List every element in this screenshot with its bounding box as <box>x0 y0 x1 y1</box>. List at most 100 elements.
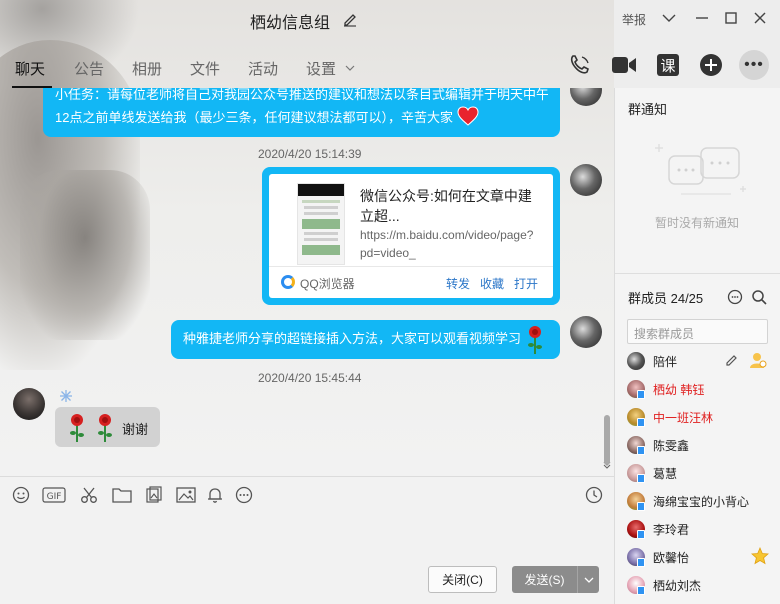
maximize-icon[interactable] <box>722 9 740 27</box>
minimize-icon[interactable] <box>693 9 711 27</box>
svg-text:GIF: GIF <box>47 492 62 502</box>
message-timestamp: 2020/4/20 15:14:39 <box>258 147 362 161</box>
message-input-area[interactable]: GIF 关闭(C) 发送(S) <box>0 476 614 604</box>
close-icon[interactable] <box>751 9 769 27</box>
scissors-icon[interactable] <box>80 486 98 504</box>
more-icon[interactable]: ••• <box>739 50 769 80</box>
member-item[interactable]: 陪伴 <box>627 349 775 373</box>
tab-album[interactable]: 相册 <box>132 58 162 79</box>
empty-notice-text: 暂时没有新通知 <box>655 216 740 230</box>
edit-icon[interactable] <box>725 353 739 367</box>
tab-settings[interactable]: 设置 <box>306 58 336 79</box>
send-button[interactable]: 发送(S) <box>512 566 577 593</box>
phone-icon[interactable] <box>567 52 593 78</box>
title-bar: 栖幼信息组 举报 <box>0 0 780 38</box>
tab-files[interactable]: 文件 <box>190 58 220 79</box>
report-link[interactable]: 举报 <box>622 11 646 28</box>
notice-title: 群通知 <box>628 102 668 117</box>
phone-badge-icon <box>637 446 645 455</box>
chat-messages: 小任务：请每位老师将自己对我园公众号推送的建议和想法以条目式编辑并于明天中午 1… <box>0 88 614 476</box>
qq-browser-icon <box>281 275 295 289</box>
link-card-source: QQ浏览器 <box>300 277 355 291</box>
member-item[interactable]: 葛慧 <box>627 461 775 485</box>
folder-icon[interactable] <box>112 486 132 504</box>
member-item[interactable]: 海绵宝宝的小背心 <box>627 489 775 513</box>
phone-badge-icon <box>637 502 645 511</box>
phone-badge-icon <box>637 418 645 427</box>
member-name: 海绵宝宝的小背心 <box>653 495 750 509</box>
member-item[interactable]: 欧馨怡 <box>627 545 775 569</box>
add-icon[interactable] <box>698 52 724 78</box>
message-bubble: 小任务：请每位老师将自己对我园公众号推送的建议和想法以条目式编辑并于明天中午 1… <box>43 88 560 137</box>
gif-icon[interactable]: GIF <box>42 486 66 504</box>
tab-bar: 聊天 公告 相册 文件 活动 设置 课 ••• <box>0 38 780 88</box>
member-name: 陪伴 <box>653 355 678 369</box>
avatar[interactable] <box>13 388 45 420</box>
member-search-input[interactable]: 搜索群成员 <box>627 319 768 344</box>
settings-chevron-icon[interactable] <box>345 63 355 73</box>
divider <box>615 273 780 274</box>
message-text: 种雅捷老师分享的超链接插入方法，大家可以观看视频学习 <box>183 331 522 346</box>
member-name: 欧馨怡 <box>653 551 690 565</box>
link-card-bubble[interactable]: 微信公众号:如何在文章中建立超... https://m.baidu.com/v… <box>262 167 560 305</box>
message-bubble: 谢谢 <box>55 407 160 447</box>
phone-badge-icon <box>637 390 645 399</box>
tab-chat[interactable]: 聊天 <box>15 58 45 79</box>
link-card-url: https://m.baidu.com/video/page?pd=video_ <box>360 228 534 260</box>
members-title: 群成员 24/25 <box>628 291 704 306</box>
star-icon <box>751 547 769 565</box>
phone-badge-icon <box>637 586 645 595</box>
message-bubble: 种雅捷老师分享的超链接插入方法，大家可以观看视频学习 <box>171 320 560 359</box>
open-link[interactable]: 打开 <box>514 275 538 292</box>
member-name: 栖幼 韩钰 <box>653 383 705 397</box>
member-item[interactable]: 陈雯鑫 <box>627 433 775 457</box>
avatar[interactable] <box>570 88 602 106</box>
search-icon[interactable] <box>751 289 767 305</box>
chevron-down-icon <box>584 577 593 583</box>
member-name: 李玲君 <box>653 523 690 537</box>
empty-notice-illustration <box>655 144 746 195</box>
member-item[interactable]: 栖幼 韩钰 <box>627 377 775 401</box>
tab-activity[interactable]: 活动 <box>248 58 278 79</box>
video-icon[interactable] <box>611 52 637 78</box>
link-card-title[interactable]: 微信公众号:如何在文章中建立超... <box>360 186 540 226</box>
class-icon[interactable]: 课 <box>655 52 681 78</box>
emoji-icon[interactable] <box>12 486 30 504</box>
gallery-icon[interactable] <box>145 486 163 504</box>
message-text-line2: 12点之前单线发送给我（最少三条，任何建议想法都可以），辛苦大家 <box>55 110 453 125</box>
phone-badge-icon <box>637 558 645 567</box>
message-timestamp: 2020/4/20 15:45:44 <box>258 371 362 385</box>
close-button[interactable]: 关闭(C) <box>428 566 497 593</box>
avatar[interactable] <box>570 316 602 348</box>
image-icon[interactable] <box>176 486 196 504</box>
member-item[interactable]: 栖幼刘杰 <box>627 573 775 597</box>
forward-link[interactable]: 转发 <box>446 275 470 292</box>
edit-title-icon[interactable] <box>342 11 358 27</box>
link-card[interactable]: 微信公众号:如何在文章中建立超... https://m.baidu.com/v… <box>269 174 553 298</box>
avatar <box>627 352 645 370</box>
avatar[interactable] <box>570 164 602 196</box>
member-item[interactable]: 李玲君 <box>627 517 775 541</box>
member-level-icon <box>60 390 72 402</box>
more-circle-icon[interactable] <box>235 486 253 504</box>
member-chat-icon[interactable] <box>727 289 743 305</box>
phone-badge-icon <box>637 474 645 483</box>
history-icon[interactable] <box>585 486 603 504</box>
member-name: 栖幼刘杰 <box>653 579 702 593</box>
link-thumbnail <box>297 183 345 265</box>
rose-emoji-icon <box>70 414 84 442</box>
send-options-button[interactable] <box>577 566 599 593</box>
chevron-down-icon[interactable] <box>660 9 678 27</box>
group-side-panel: 群通知 暂时没有新通知 群成员 24/25 搜索群成员 陪伴 栖幼 韩钰 中一班… <box>614 88 780 604</box>
favorite-link[interactable]: 收藏 <box>480 275 504 292</box>
tab-announcement[interactable]: 公告 <box>74 58 104 79</box>
member-name: 中一班汪林 <box>653 411 714 425</box>
rose-emoji-icon <box>528 326 542 354</box>
bell-icon[interactable] <box>206 486 224 504</box>
member-name: 葛慧 <box>653 467 678 481</box>
message-text: 谢谢 <box>122 422 149 437</box>
chat-scrollbar-thumb[interactable] <box>604 415 610 465</box>
member-item[interactable]: 中一班汪林 <box>627 405 775 429</box>
phone-badge-icon <box>637 530 645 539</box>
link-card-footer: QQ浏览器 转发 收藏 打开 <box>269 266 553 298</box>
